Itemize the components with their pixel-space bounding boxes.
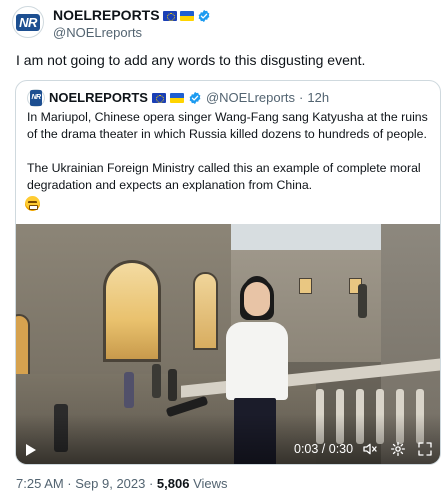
quote-time: 12h <box>307 90 330 105</box>
video-player[interactable]: 0:03 / 0:30 <box>16 224 440 464</box>
tweet-text: I am not going to add any words to this … <box>16 52 366 68</box>
ukraine-flag-icon <box>179 10 194 21</box>
video-frame-person <box>152 364 161 398</box>
tweet-footer: 7:25 AM · Sep 9, 2023 · 5,806 Views <box>16 476 228 492</box>
video-controls: 0:03 / 0:30 <box>16 432 440 464</box>
video-time-display: 0:03 / 0:30 <box>294 442 354 456</box>
verified-badge-icon <box>189 91 201 105</box>
volume-icon[interactable] <box>362 441 378 457</box>
quote-header: NR NOELREPORTS @NOELreports · 12h <box>27 89 329 107</box>
views-label: Views <box>189 476 228 491</box>
eu-flag-icon <box>151 93 166 103</box>
views-count: 5,806 <box>156 476 190 491</box>
verified-badge-icon <box>198 9 209 22</box>
video-frame-window <box>299 278 312 294</box>
author-handle[interactable]: @NOELreports <box>53 25 211 41</box>
quote-author-handle: @NOELreports <box>205 90 296 105</box>
quoted-tweet[interactable]: NR NOELREPORTS @NOELreports · 12h In Mar… <box>15 80 441 465</box>
ukraine-flag-icon <box>169 93 184 103</box>
quote-paragraph: The Ukrainian Foreign Ministry called th… <box>27 161 421 192</box>
eu-flag-icon <box>162 10 177 21</box>
video-frame-singer <box>226 322 288 400</box>
video-frame-sky <box>231 224 391 250</box>
quote-paragraph: In Mariupol, Chinese opera singer Wang-F… <box>27 110 428 141</box>
video-frame-person <box>124 372 134 408</box>
quote-body: In Mariupol, Chinese opera singer Wang-F… <box>27 109 431 211</box>
video-frame-person <box>358 284 367 318</box>
video-frame-singer <box>244 282 270 316</box>
author-name[interactable]: NOELREPORTS <box>53 7 160 24</box>
video-frame-arch <box>103 260 161 362</box>
quote-avatar: NR <box>27 89 45 107</box>
settings-icon[interactable] <box>390 441 406 457</box>
play-icon[interactable] <box>26 444 36 456</box>
nr-logo: NR <box>16 13 40 31</box>
quote-separator: · <box>299 90 304 105</box>
author-avatar[interactable]: NR <box>12 6 44 38</box>
video-frame-arch <box>193 272 218 350</box>
quote-author-name: NOELREPORTS <box>49 90 148 105</box>
author-info: NOELREPORTS @NOELreports <box>53 7 211 41</box>
tweet-timestamp[interactable]: 7:25 AM · Sep 9, 2023 · <box>16 476 157 491</box>
angry-face-icon <box>25 196 40 211</box>
author-name-row: NOELREPORTS <box>53 7 211 24</box>
fullscreen-icon[interactable] <box>417 441 433 457</box>
nr-logo-small: NR <box>30 90 42 106</box>
video-frame-person <box>168 369 177 401</box>
